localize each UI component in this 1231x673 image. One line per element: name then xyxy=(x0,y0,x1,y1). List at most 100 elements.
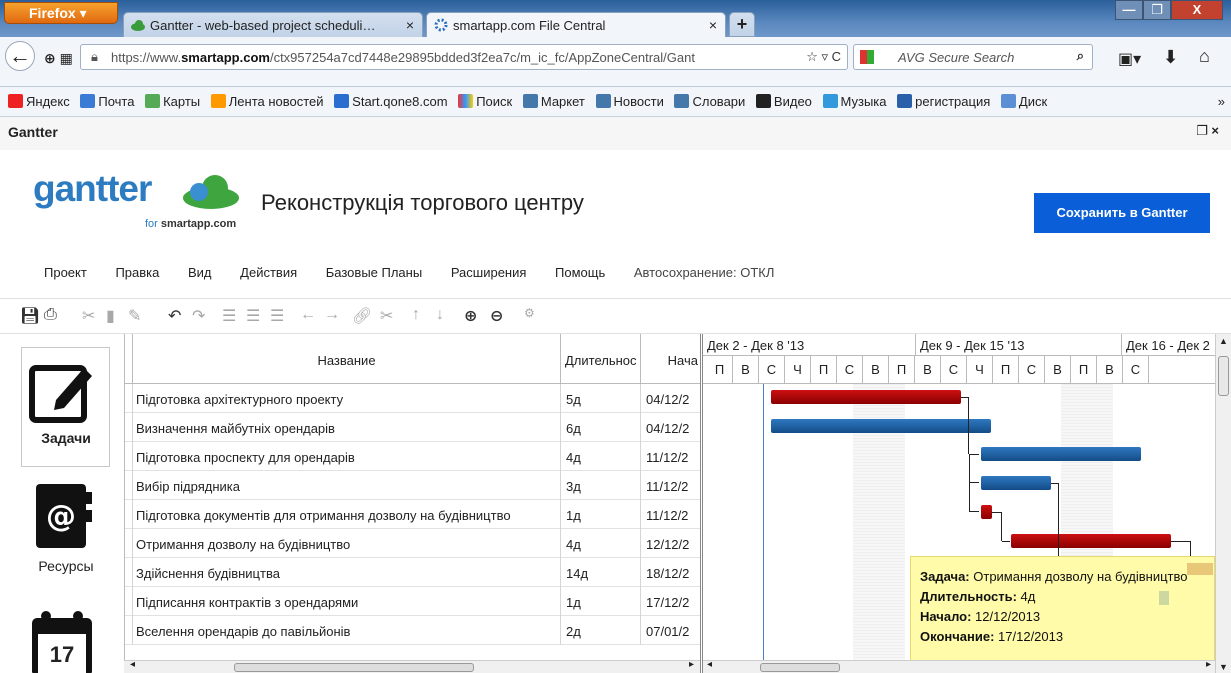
bookmark-search[interactable]: Поиск xyxy=(458,94,512,109)
cell-start[interactable]: 17/12/2 xyxy=(641,587,701,616)
scroll-right-icon[interactable]: ▸ xyxy=(689,659,694,670)
identity-icon[interactable]: ⊕ ▦ xyxy=(44,50,73,67)
scroll-thumb[interactable] xyxy=(234,663,474,672)
restore-close-icon[interactable]: ❐ × xyxy=(1196,123,1219,139)
col-header-name[interactable]: Название xyxy=(133,334,561,384)
task-bar[interactable] xyxy=(771,419,991,433)
redo-icon[interactable]: ↷ xyxy=(192,306,205,326)
cell-duration[interactable]: 1д xyxy=(561,500,641,529)
table-row[interactable]: Визначення майбутніх орендарів 6д 04/12/2 xyxy=(125,413,701,442)
move-down-icon[interactable]: ↓ xyxy=(436,306,444,324)
settings-icon[interactable]: ⚙ xyxy=(524,306,535,320)
autosave-status[interactable]: Автосохранение: ОТКЛ xyxy=(634,265,774,280)
table-row[interactable]: Підготовка архітектурного проекту 5д 04/12… xyxy=(125,384,701,413)
move-right-icon[interactable]: → xyxy=(324,306,340,324)
close-tab-icon[interactable]: × xyxy=(709,17,717,33)
cell-name[interactable]: Вселення орендарів до павільйонів xyxy=(133,616,561,645)
bookmark-music[interactable]: Музыка xyxy=(822,94,887,109)
close-tab-icon[interactable]: × xyxy=(406,17,414,33)
cut-icon[interactable]: ✂ xyxy=(82,306,95,326)
firefox-menu-button[interactable]: Firefox ▾ xyxy=(4,2,118,24)
link-icon[interactable]: 🔗︎ xyxy=(352,306,372,326)
url-bar[interactable]: 🔒︎ https://www.smartapp.com/ctx957254a7c… xyxy=(80,44,848,70)
cell-duration[interactable]: 14д xyxy=(561,558,641,587)
cell-name[interactable]: Визначення майбутніх орендарів xyxy=(133,413,561,442)
scroll-down-icon[interactable]: ▼ xyxy=(1219,662,1228,672)
zoom-in-icon[interactable]: ⊕ xyxy=(464,306,477,326)
cell-start[interactable]: 11/12/2 xyxy=(641,471,701,500)
cell-start[interactable]: 04/12/2 xyxy=(641,413,701,442)
vertical-scrollbar[interactable]: ▲ ▼ xyxy=(1215,334,1231,673)
tab-smartapp[interactable]: smartapp.com File Central × xyxy=(426,12,726,37)
bookmark-mail[interactable]: Почта xyxy=(80,94,134,109)
indent-icon[interactable]: ☰ xyxy=(222,306,236,326)
cell-duration[interactable]: 4д xyxy=(561,442,641,471)
bookmark-news-feed[interactable]: Лента новостей xyxy=(210,94,324,109)
minimize-icon[interactable]: — xyxy=(1115,0,1143,20)
task-bar[interactable] xyxy=(981,447,1141,461)
bookmark-start[interactable]: Start.qone8.com xyxy=(334,94,448,109)
menu-icon[interactable]: ▣▾ xyxy=(1118,49,1141,69)
cell-name[interactable]: Підготовка проспекту для орендарів xyxy=(133,442,561,471)
task-bar[interactable] xyxy=(981,476,1051,490)
back-button[interactable]: ← xyxy=(5,41,35,71)
table-row[interactable]: Підготовка проспекту для орендарів 4д 11/1… xyxy=(125,442,701,471)
menu-extensions[interactable]: Расширения xyxy=(451,265,527,280)
table-row[interactable]: Вселення орендарів до павільйонів 2д 07/01… xyxy=(125,616,701,645)
move-left-icon[interactable]: ← xyxy=(300,306,316,324)
menu-view[interactable]: Вид xyxy=(188,265,212,280)
maximize-icon[interactable]: ❐ xyxy=(1143,0,1171,20)
cell-duration[interactable]: 6д xyxy=(561,413,641,442)
task-bar[interactable] xyxy=(981,505,992,519)
cell-duration[interactable]: 5д xyxy=(561,384,641,413)
bookmark-market[interactable]: Маркет xyxy=(522,94,585,109)
scroll-thumb[interactable] xyxy=(1218,356,1229,396)
cell-duration[interactable]: 3д xyxy=(561,471,641,500)
col-header-start[interactable]: Нача xyxy=(641,334,701,384)
unlink-icon[interactable]: ✂ xyxy=(380,306,393,326)
chart-horizontal-scrollbar[interactable]: ◂ ▸ xyxy=(703,659,1215,673)
task-bar[interactable] xyxy=(1011,534,1171,548)
grid-horizontal-scrollbar[interactable]: ◂ ▸ xyxy=(124,659,700,673)
menu-help[interactable]: Помощь xyxy=(555,265,605,280)
cell-duration[interactable]: 4д xyxy=(561,529,641,558)
scroll-left-icon[interactable]: ◂ xyxy=(130,659,135,670)
undo-icon[interactable]: ↶ xyxy=(168,306,181,326)
cell-start[interactable]: 07/01/2 xyxy=(641,616,701,645)
task-bar[interactable] xyxy=(771,390,961,404)
paste-icon[interactable]: ✎ xyxy=(128,306,141,326)
new-tab-button[interactable]: + xyxy=(729,12,755,37)
cell-name[interactable]: Вибір підрядника xyxy=(133,471,561,500)
bookmark-dictionaries[interactable]: Словари xyxy=(674,94,745,109)
scroll-left-icon[interactable]: ◂ xyxy=(707,659,712,670)
table-row[interactable]: Отримання дозволу на будівництво 4д 12/12/… xyxy=(125,529,701,558)
cell-name[interactable]: Здійснення будівництва xyxy=(133,558,561,587)
menu-baselines[interactable]: Базовые Планы xyxy=(326,265,422,280)
bookmark-video[interactable]: Видео xyxy=(755,94,812,109)
bookmark-disk[interactable]: Диск xyxy=(1000,94,1047,109)
close-window-icon[interactable]: X xyxy=(1171,0,1223,20)
cell-duration[interactable]: 2д xyxy=(561,616,641,645)
search-icon[interactable]: ⌕ xyxy=(1077,48,1084,64)
scroll-right-icon[interactable]: ▸ xyxy=(1206,659,1211,670)
cell-name[interactable]: Підготовка документів для отримання дозв… xyxy=(133,500,561,529)
menu-edit[interactable]: Правка xyxy=(115,265,159,280)
list-icon[interactable]: ☰ xyxy=(270,306,284,326)
table-row[interactable]: Підписання контрактів з орендарями 1д 17/1… xyxy=(125,587,701,616)
table-row[interactable]: Здійснення будівництва 14д 18/12/2 xyxy=(125,558,701,587)
tab-gantter[interactable]: Gantter - web-based project scheduli… × xyxy=(123,12,423,37)
home-icon[interactable]: ⌂ xyxy=(1199,46,1210,67)
copy-icon[interactable]: ▮ xyxy=(106,306,115,326)
cell-start[interactable]: 11/12/2 xyxy=(641,442,701,471)
address-book-icon[interactable]: @ xyxy=(26,480,98,552)
cell-duration[interactable]: 1д xyxy=(561,587,641,616)
download-icon[interactable]: ⬇ xyxy=(1163,47,1178,68)
save-icon[interactable]: 💾︎ xyxy=(20,306,40,326)
table-row[interactable]: Вибір підрядника 3д 11/12/2 xyxy=(125,471,701,500)
scroll-up-icon[interactable]: ▲ xyxy=(1219,336,1228,346)
outdent-icon[interactable]: ☰ xyxy=(246,306,260,326)
move-up-icon[interactable]: ↑ xyxy=(412,306,420,324)
scroll-thumb[interactable] xyxy=(760,663,840,672)
bookmark-yandex[interactable]: Яндекс xyxy=(8,94,70,109)
cell-start[interactable]: 18/12/2 xyxy=(641,558,701,587)
